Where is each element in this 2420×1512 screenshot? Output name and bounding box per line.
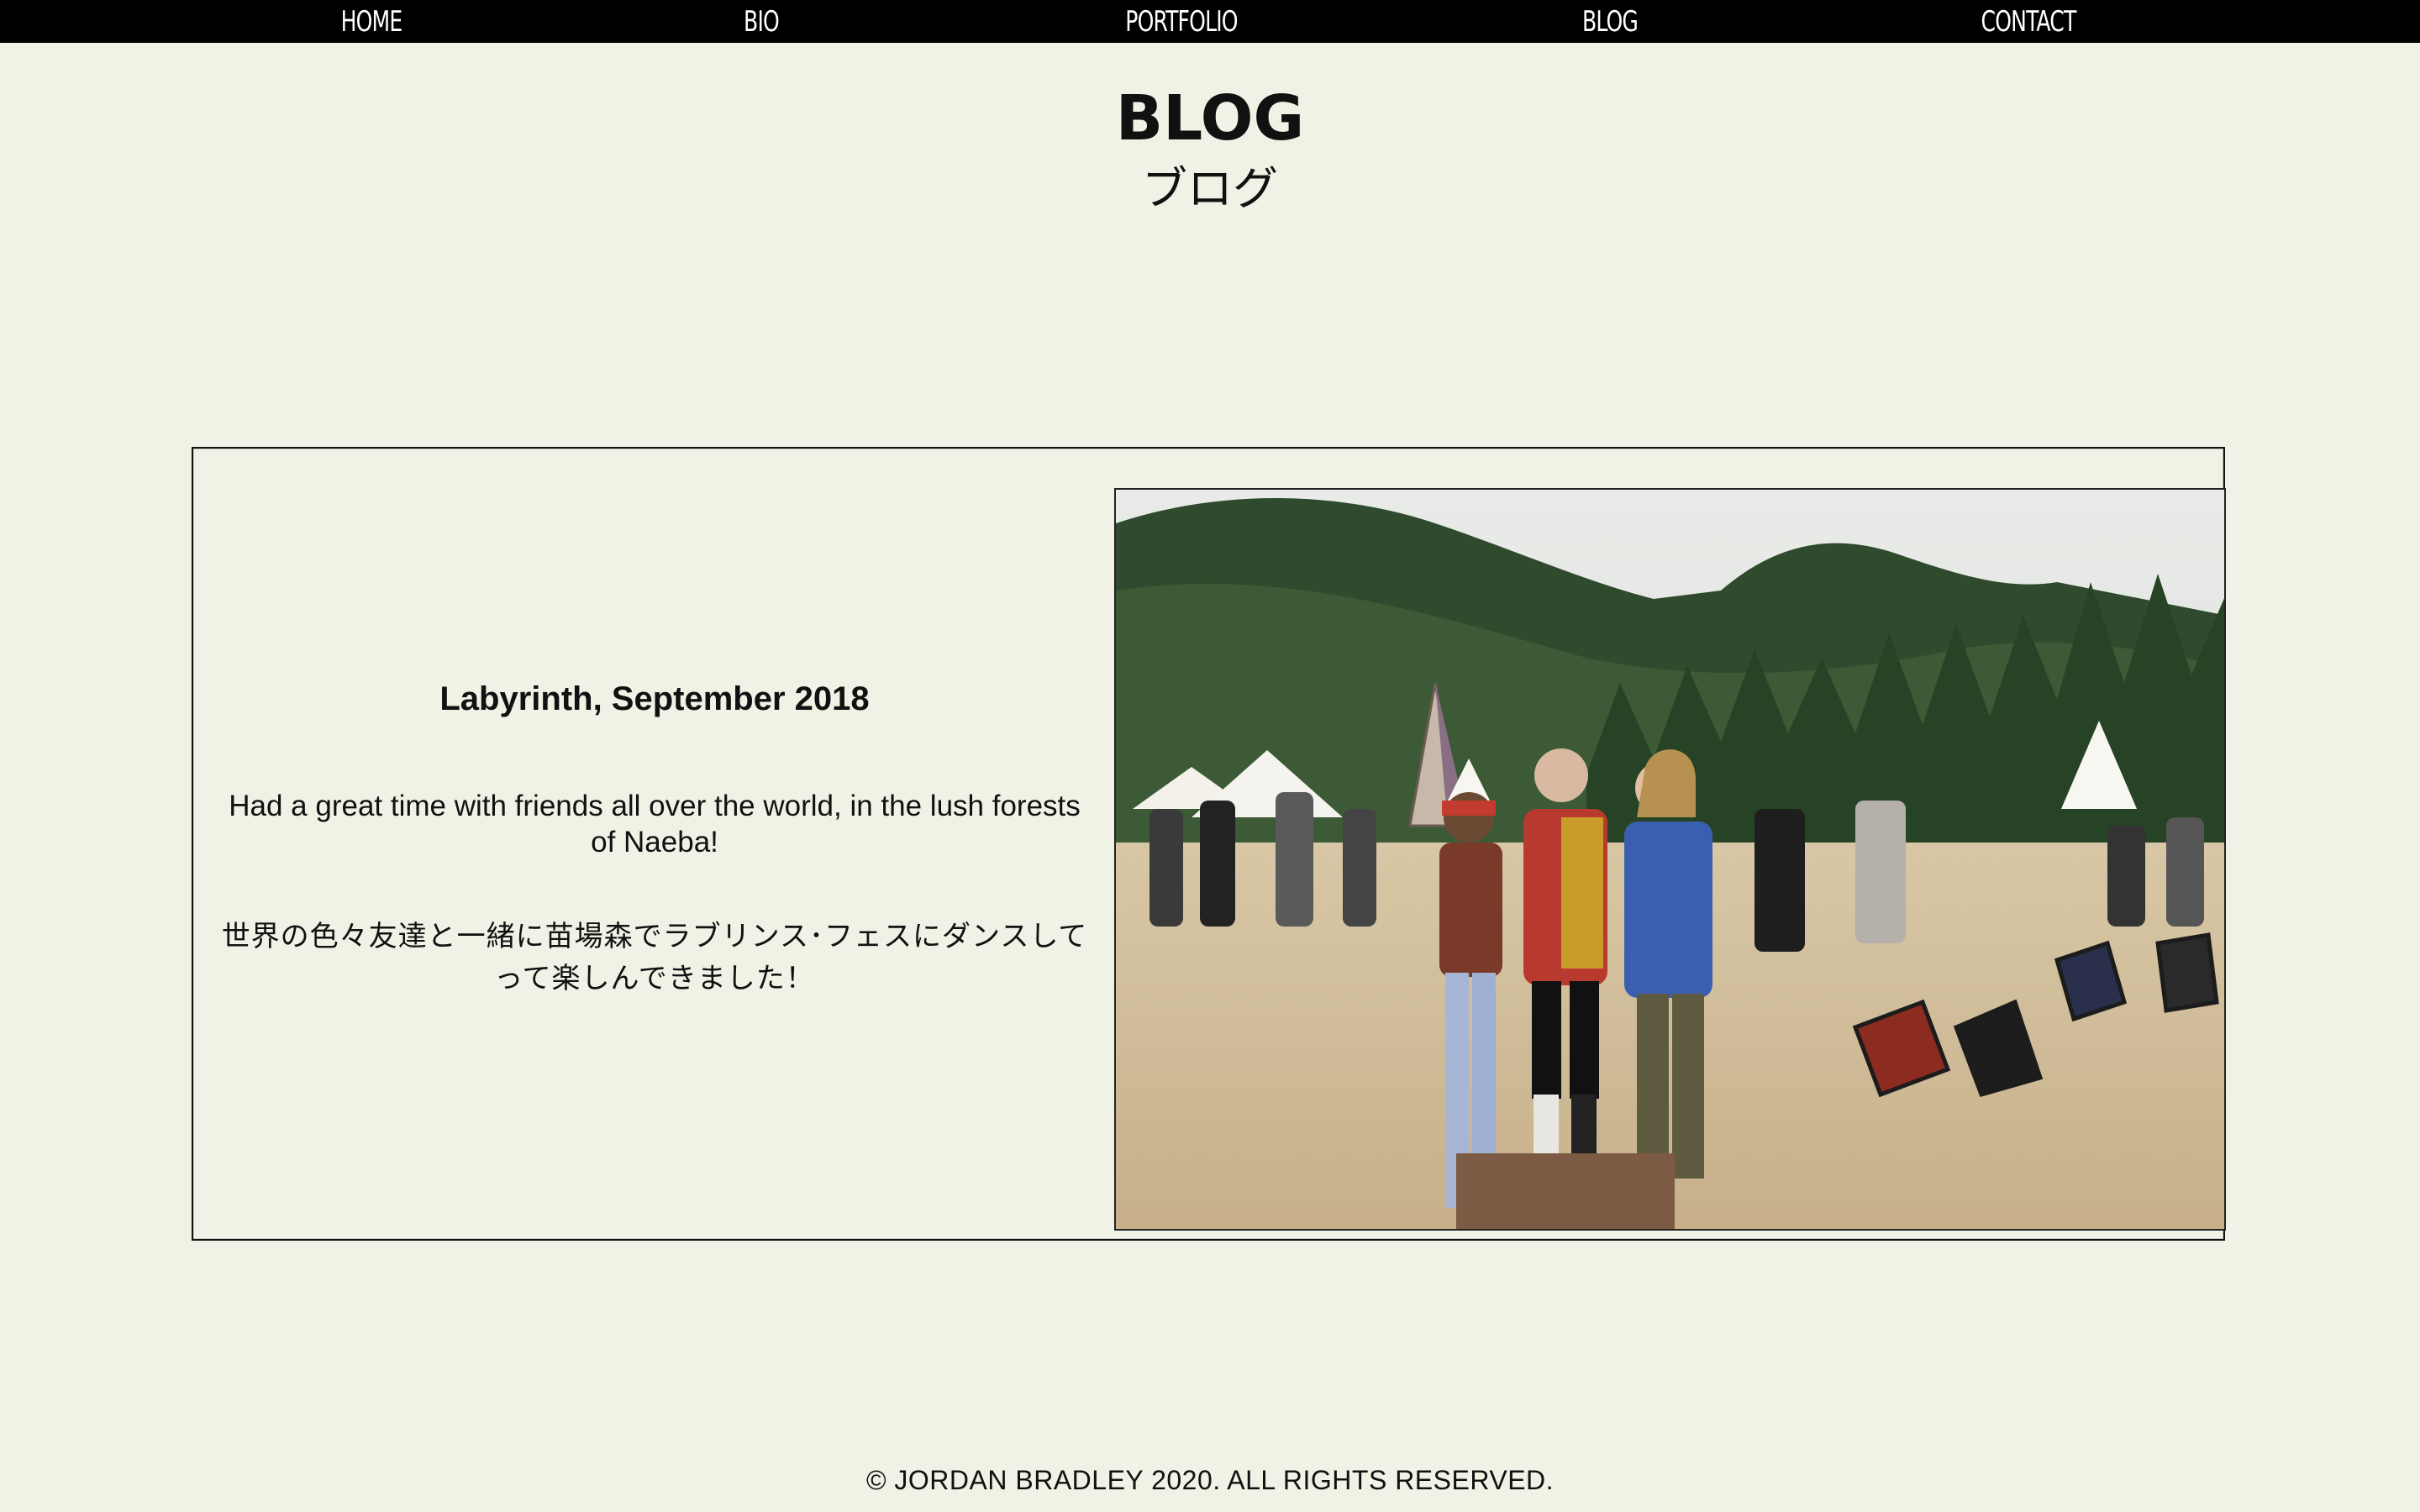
post-text-column: Labyrinth, September 2018 Had a great ti…	[213, 449, 1096, 1239]
nav-contact-link[interactable]: CONTACT	[1981, 0, 2077, 43]
festival-photo-illustration	[1116, 490, 2224, 1229]
post-body-english: Had a great time with friends all over t…	[229, 790, 1081, 858]
post-title: Labyrinth, September 2018	[439, 680, 870, 717]
nav-home-link[interactable]: HOME	[341, 0, 403, 43]
page-subtitle: ブログ	[1142, 162, 1278, 215]
top-nav: HOME BIO PORTFOLIO BLOG CONTACT	[0, 0, 2420, 43]
nav-portfolio-link[interactable]: PORTFOLIO	[1125, 0, 1238, 43]
nav-bio-link[interactable]: BIO	[744, 0, 780, 43]
blog-post-card: Labyrinth, September 2018 Had a great ti…	[192, 447, 2226, 1241]
footer-copyright: © JORDAN BRADLEY 2020. ALL RIGHTS RESERV…	[865, 1465, 1555, 1495]
post-body-japanese: 世界の色々友達と一緒に苗場森でラブリンス･フェスにダンスしてって楽しんできました…	[221, 920, 1088, 995]
nav-blog-link[interactable]: BLOG	[1582, 0, 1639, 43]
page-title: BLOG	[1115, 82, 1305, 155]
post-photo[interactable]	[1114, 488, 2226, 1231]
